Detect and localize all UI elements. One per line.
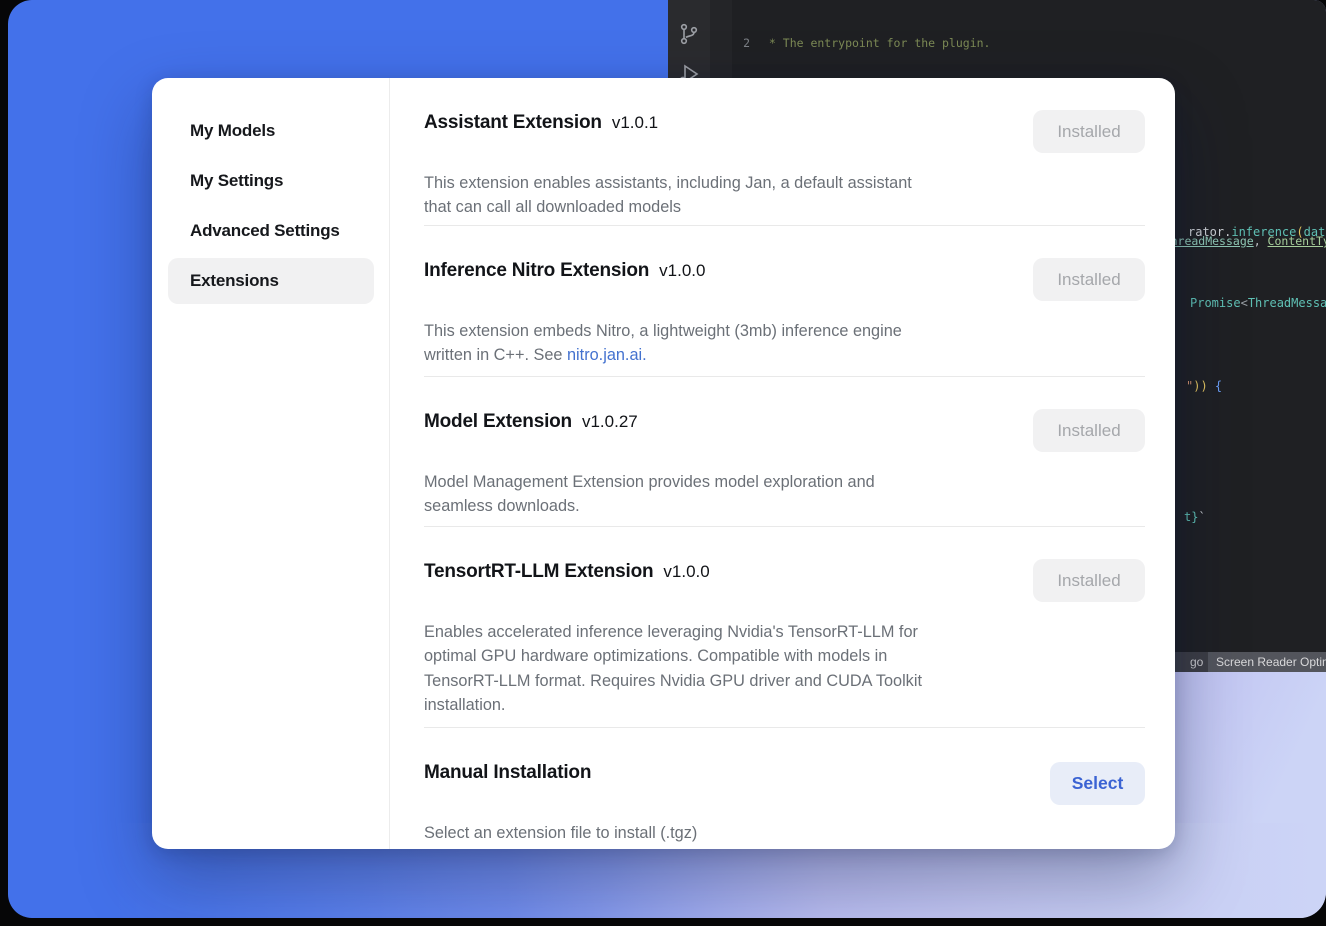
extension-description: Model Management Extension provides mode… — [424, 445, 1009, 519]
extension-row: Model Extensionv1.0.27 Model Management … — [424, 377, 1145, 527]
sidebar-item-label: My Models — [190, 121, 275, 141]
extension-row: Inference Nitro Extensionv1.0.0 This ext… — [424, 226, 1145, 377]
extension-version: v1.0.0 — [663, 562, 709, 581]
screen-reader-optimize-status[interactable]: Screen Reader Optimize — [1208, 652, 1326, 672]
sidebar-item-extensions[interactable]: Extensions — [168, 258, 374, 304]
sidebar-item-advanced-settings[interactable]: Advanced Settings — [168, 208, 374, 254]
extension-action-button[interactable]: Installed — [1033, 110, 1145, 153]
code-fragment: t}` — [1184, 510, 1206, 524]
sidebar-item-my-models[interactable]: My Models — [168, 108, 374, 154]
extension-row: TensortRT-LLM Extensionv1.0.0 Enables ac… — [424, 527, 1145, 728]
code-fragment: ")) { — [1186, 379, 1222, 393]
extension-action-button[interactable]: Installed — [1033, 258, 1145, 301]
code-line: 2 * The entrypoint for the plugin. — [714, 35, 1326, 52]
sidebar-item-label: Advanced Settings — [190, 221, 340, 241]
extension-row: Manual Installation Select an extension … — [424, 728, 1145, 849]
extension-description: Select an extension file to install (.tg… — [424, 796, 1009, 845]
extension-link[interactable]: nitro.jan.ai. — [567, 346, 647, 364]
extension-version: v1.0.0 — [659, 261, 705, 280]
extension-title: Manual Installation — [424, 728, 1145, 786]
settings-dialog: My Models My Settings Advanced Settings … — [152, 78, 1175, 849]
source-control-icon[interactable] — [677, 22, 701, 46]
code-fragment: Promise<ThreadMessage> — [1190, 296, 1326, 310]
extension-description: This extension enables assistants, inclu… — [424, 146, 1009, 220]
sidebar-item-label: My Settings — [190, 171, 283, 191]
extension-action-button[interactable]: Installed — [1033, 559, 1145, 602]
sidebar-item-my-settings[interactable]: My Settings — [168, 158, 374, 204]
status-bar-text: go — [1190, 655, 1203, 669]
extension-description: This extension embeds Nitro, a lightweig… — [424, 294, 1009, 368]
extensions-list: Assistant Extensionv1.0.1 This extension… — [390, 78, 1175, 849]
extension-action-button[interactable]: Select — [1050, 762, 1145, 805]
desktop-screen: 2 * The entrypoint for the plugin. 3 */ … — [8, 0, 1326, 918]
extension-version: v1.0.1 — [612, 113, 658, 132]
extension-action-button[interactable]: Installed — [1033, 409, 1145, 452]
code-fragment: rator.inference(data)); — [1188, 225, 1326, 239]
extension-version: v1.0.27 — [582, 412, 638, 431]
extension-row: Assistant Extensionv1.0.1 This extension… — [424, 78, 1145, 226]
sidebar-item-label: Extensions — [190, 271, 279, 291]
settings-sidebar: My Models My Settings Advanced Settings … — [152, 78, 390, 849]
extension-description: Enables accelerated inference leveraging… — [424, 595, 1009, 718]
